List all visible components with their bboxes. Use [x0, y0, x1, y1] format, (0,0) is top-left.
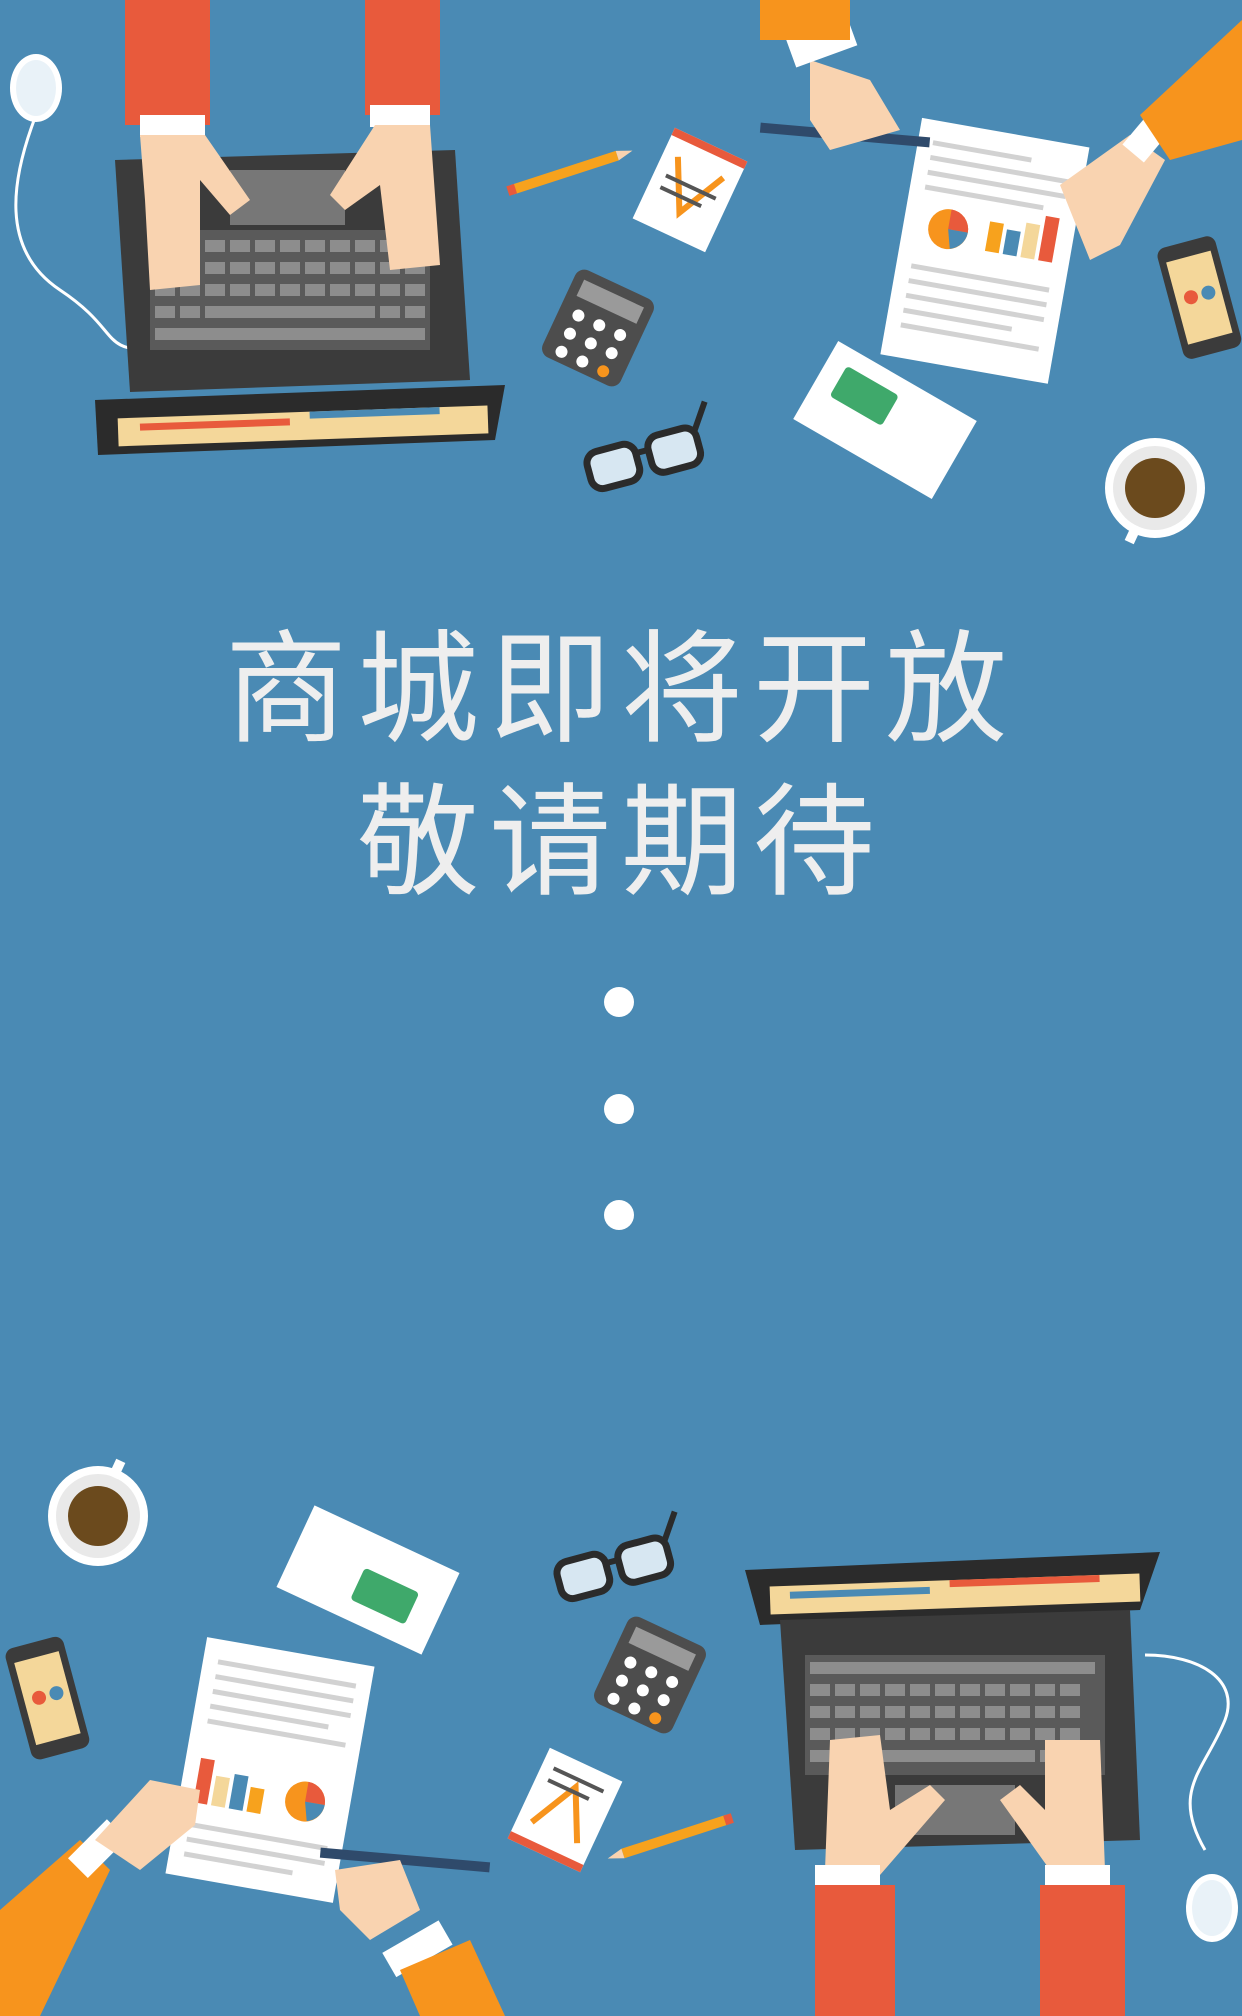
coming-soon-screen: 商城即将开放 敬请期待 — [0, 0, 1242, 2016]
loading-dot — [604, 1094, 634, 1124]
document-icon — [880, 117, 1090, 384]
workspace-illustration-top — [10, 0, 1242, 545]
workspace-illustration-bottom — [0, 1458, 1238, 2016]
notepad-icon — [507, 1747, 623, 1873]
pencil-icon — [506, 150, 633, 196]
coffee-cup-icon — [48, 1458, 148, 1566]
calculator-icon — [594, 1616, 706, 1734]
headline-store-opening: 商城即将开放 — [225, 619, 1017, 761]
headline-stay-tuned: 敬请期待 — [357, 772, 885, 914]
loading-dot — [604, 1200, 634, 1230]
coffee-cup-icon — [1105, 438, 1205, 545]
envelope-icon — [276, 1505, 460, 1655]
glasses-icon — [583, 400, 708, 493]
glasses-icon — [553, 1510, 678, 1603]
calculator-icon — [542, 269, 654, 387]
laptop-icon — [95, 0, 505, 455]
pencil-icon — [607, 1813, 734, 1859]
notepad-icon — [632, 127, 748, 253]
mouse-icon — [1144, 1653, 1238, 1942]
smartphone-icon — [1157, 236, 1242, 359]
smartphone-icon — [5, 1636, 90, 1760]
loading-dot — [604, 987, 634, 1017]
laptop-icon — [745, 1552, 1160, 2016]
document-icon — [165, 1637, 375, 1903]
